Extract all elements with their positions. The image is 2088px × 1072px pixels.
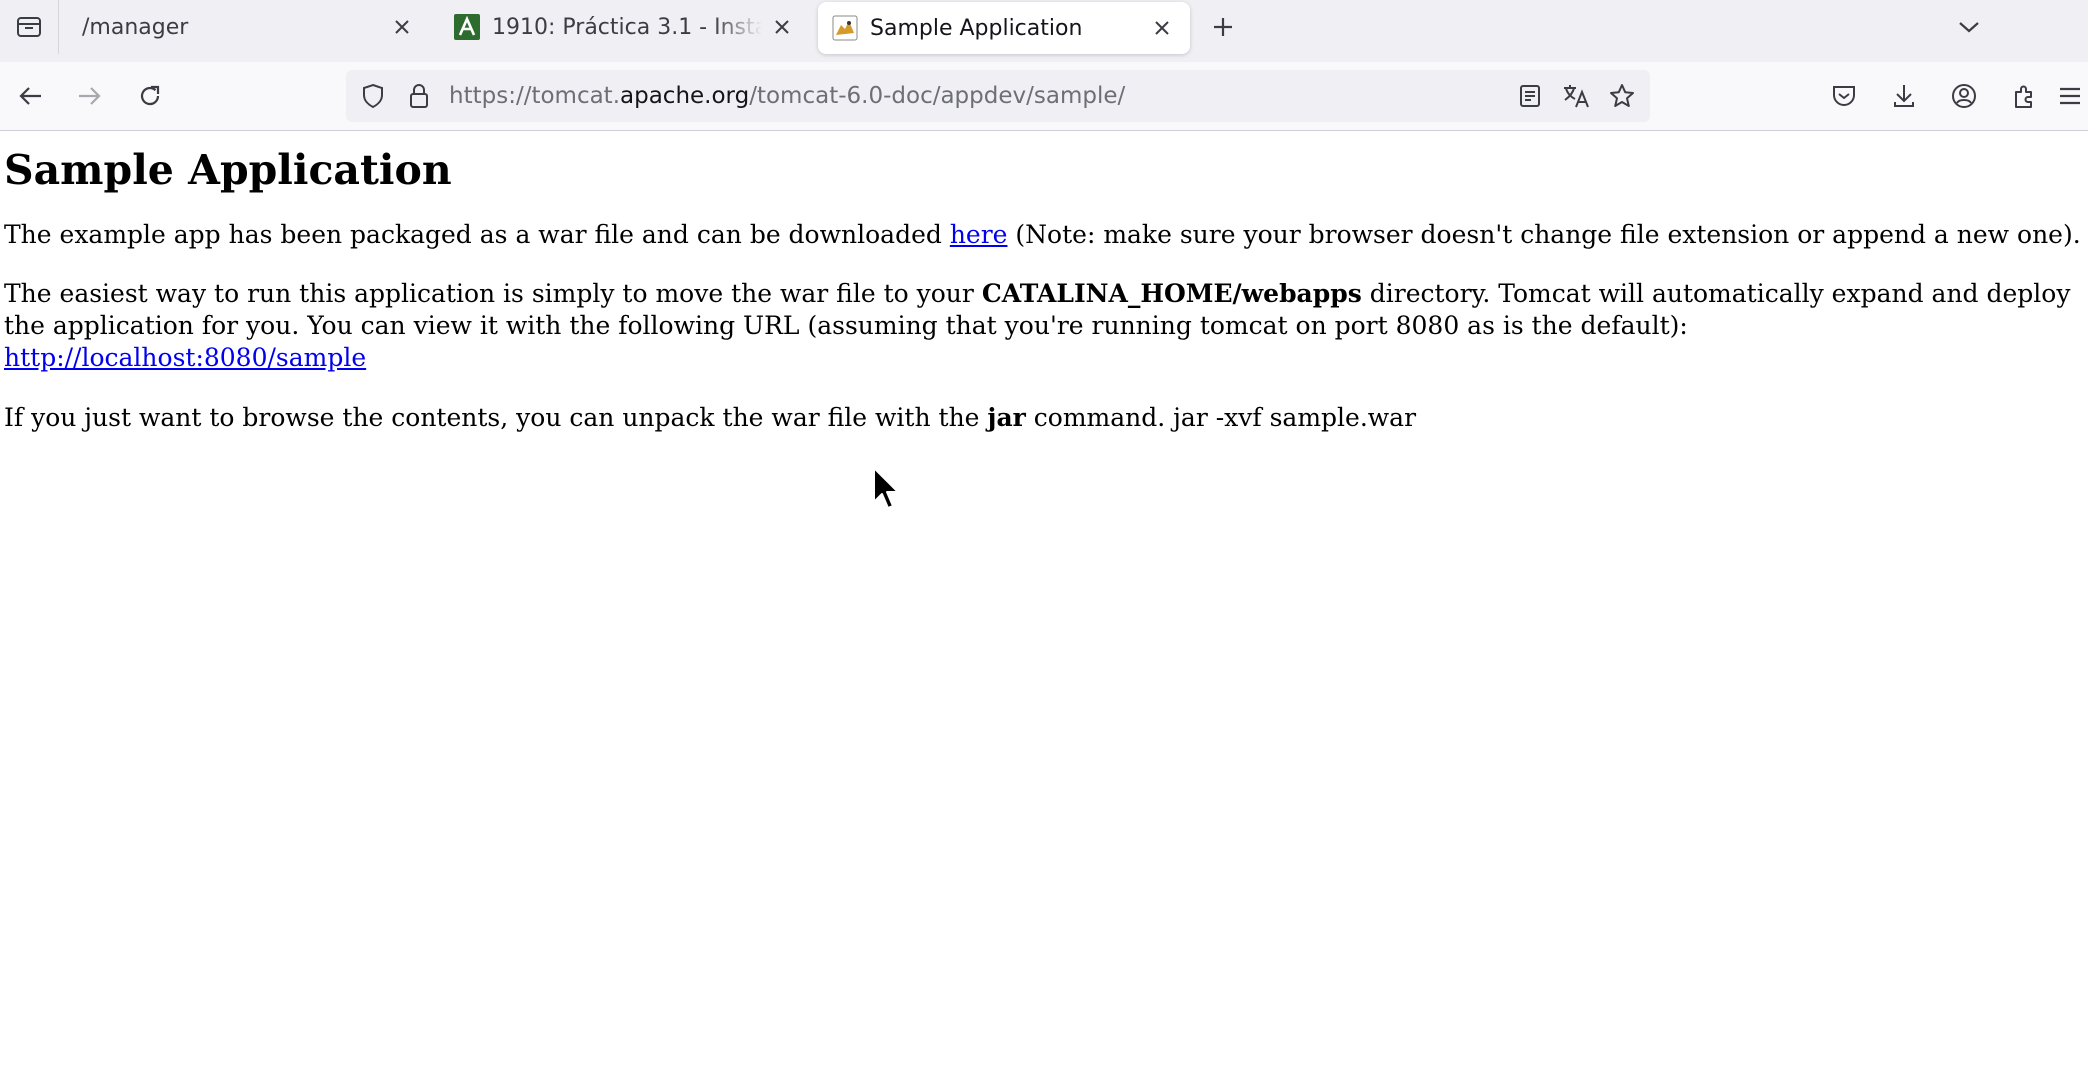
tab-title: /manager [82, 14, 189, 40]
menu-button[interactable] [2058, 74, 2088, 118]
tomcat-icon [832, 15, 858, 41]
reload-button[interactable] [128, 74, 172, 118]
download-icon [1892, 83, 1916, 109]
lock-icon[interactable] [402, 79, 436, 113]
close-icon[interactable] [382, 7, 422, 47]
tab-list-icon [16, 15, 42, 39]
back-button[interactable] [8, 74, 52, 118]
tab-title: Sample Application [870, 15, 1083, 41]
url-domain: apache.org [620, 83, 750, 109]
list-all-tabs-button[interactable] [1946, 6, 1992, 48]
tab-practica[interactable]: 1910: Práctica 3.1 - Instala [440, 4, 810, 50]
shield-icon[interactable] [356, 79, 390, 113]
star-icon[interactable] [1605, 79, 1639, 113]
page-content: Sample Application The example app has b… [4, 131, 2088, 434]
translate-icon[interactable] [1559, 79, 1593, 113]
reader-view-icon[interactable] [1513, 79, 1547, 113]
localhost-sample-link[interactable]: http://localhost:8080/sample [4, 343, 366, 372]
tab-list-button[interactable] [0, 0, 59, 54]
menu-icon [2058, 85, 2082, 107]
back-icon [17, 85, 43, 107]
chevron-down-icon [1958, 20, 1980, 34]
forward-icon [77, 85, 103, 107]
p1-text-before: The example app has been packaged as a w… [4, 220, 950, 249]
close-icon[interactable] [1142, 8, 1182, 48]
address-bar[interactable]: https://tomcat.apache.org/tomcat-6.0-doc… [346, 70, 1650, 122]
download-here-link[interactable]: here [950, 220, 1008, 249]
catalina-home-path: CATALINA_HOME/webapps [981, 279, 1362, 308]
forward-button[interactable] [68, 74, 112, 118]
p2-text-before: The easiest way to run this application … [4, 279, 982, 308]
p3-text-before: If you just want to browse the contents,… [4, 403, 988, 432]
page-title: Sample Application [4, 146, 452, 194]
unpack-paragraph: If you just want to browse the contents,… [4, 402, 2088, 434]
p3-text-after: command. jar -xvf sample.war [1025, 403, 1417, 432]
url-prefix: https://tomcat. [449, 83, 621, 109]
pocket-button[interactable] [1822, 74, 1866, 118]
reload-icon [137, 83, 163, 109]
url-text[interactable]: https://tomcat.apache.org/tomcat-6.0-doc… [449, 70, 1125, 122]
deploy-paragraph: The easiest way to run this application … [4, 278, 2088, 374]
tab-strip: /manager 1910: Práctica 3.1 - Instala Sa… [0, 0, 2088, 63]
account-icon [1951, 83, 1977, 109]
tab-title: 1910: Práctica 3.1 - Instala [492, 14, 762, 40]
extensions-button[interactable] [2002, 74, 2046, 118]
tab-sample-application[interactable]: Sample Application [818, 2, 1190, 54]
pocket-icon [1831, 84, 1857, 108]
nav-bar: https://tomcat.apache.org/tomcat-6.0-doc… [0, 62, 2088, 131]
extensions-icon [2011, 83, 2037, 109]
moodle-a-icon [454, 14, 480, 40]
account-button[interactable] [1942, 74, 1986, 118]
close-icon[interactable] [762, 7, 802, 47]
download-paragraph: The example app has been packaged as a w… [4, 219, 2088, 251]
downloads-button[interactable] [1882, 74, 1926, 118]
p1-text-after: (Note: make sure your browser doesn't ch… [1007, 220, 2081, 249]
mouse-cursor-icon [872, 466, 904, 514]
new-tab-button[interactable] [1200, 6, 1246, 48]
plus-icon [1212, 16, 1234, 38]
url-path: /tomcat-6.0-doc/appdev/sample/ [749, 83, 1126, 109]
tab-manager[interactable]: /manager [60, 4, 430, 50]
jar-command-word: jar [987, 403, 1026, 432]
